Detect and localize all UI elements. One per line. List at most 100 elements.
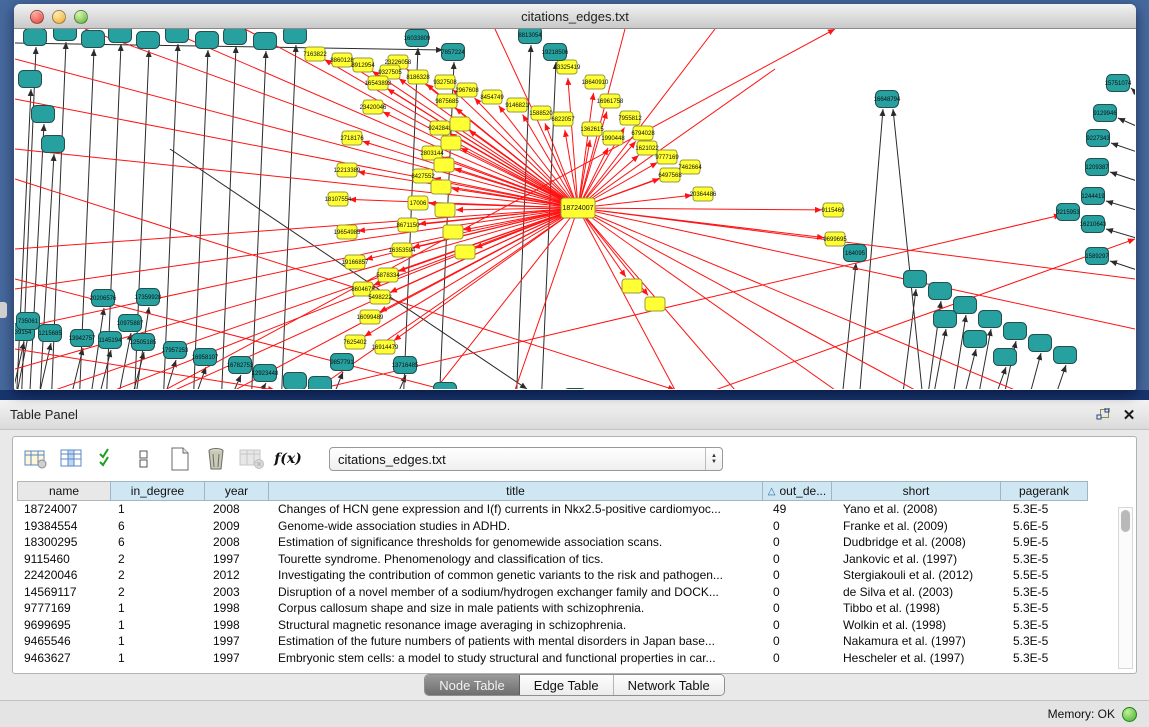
create-column-icon[interactable] xyxy=(167,446,193,472)
graph-node[interactable] xyxy=(929,283,952,300)
table-options-icon[interactable] xyxy=(23,446,49,472)
graph-edge[interactable] xyxy=(193,50,208,389)
graph-edge[interactable] xyxy=(1118,118,1135,129)
graph-edge[interactable] xyxy=(15,59,578,208)
table-row[interactable]: 1830029562008Estimation of significance … xyxy=(17,534,1136,551)
graph-edge[interactable] xyxy=(961,349,976,389)
graph-edge[interactable] xyxy=(578,208,822,210)
memory-status-icon[interactable] xyxy=(1122,707,1137,722)
tab-edge-table[interactable]: Edge Table xyxy=(520,675,614,695)
graph-node[interactable] xyxy=(166,29,189,43)
graph-node[interactable] xyxy=(435,203,455,217)
vertical-scrollbar[interactable] xyxy=(1118,507,1133,669)
graph-node[interactable] xyxy=(54,29,77,41)
graph-edge[interactable] xyxy=(1111,143,1135,154)
graph-node[interactable] xyxy=(443,225,463,239)
graph-node[interactable] xyxy=(964,331,987,348)
graph-node[interactable] xyxy=(284,29,307,44)
column-header-year[interactable]: year xyxy=(204,481,269,501)
graph-node[interactable] xyxy=(622,279,642,293)
graph-node[interactable] xyxy=(904,271,927,288)
close-panel-icon[interactable]: ✕ xyxy=(1119,405,1139,425)
graph-node[interactable] xyxy=(19,71,42,88)
column-header-title[interactable]: title xyxy=(268,481,763,501)
graph-node[interactable] xyxy=(434,383,457,390)
graph-edge[interactable] xyxy=(281,45,296,389)
graph-edge[interactable] xyxy=(1131,88,1135,99)
table-row[interactable]: 1456911722003Disruption of a novel membe… xyxy=(17,584,1136,601)
table-mode-icon[interactable] xyxy=(131,446,157,472)
table-row[interactable]: 946362711997Embryonic stem cells: a mode… xyxy=(17,650,1136,667)
graph-node[interactable] xyxy=(954,297,977,314)
graph-edge[interactable] xyxy=(841,263,856,389)
graph-edge[interactable] xyxy=(96,350,111,389)
graph-node[interactable] xyxy=(82,31,105,48)
graph-node[interactable] xyxy=(1029,335,1052,352)
tab-network-table[interactable]: Network Table xyxy=(614,675,724,695)
delete-columns-icon[interactable] xyxy=(203,446,229,472)
close-window-button[interactable] xyxy=(30,10,44,24)
graph-node[interactable] xyxy=(224,29,247,45)
graph-node[interactable] xyxy=(1004,323,1027,340)
graph-edge[interactable] xyxy=(15,99,578,208)
show-columns-icon[interactable] xyxy=(59,446,85,472)
table-row[interactable]: 1938455462009Genome-wide association stu… xyxy=(17,518,1136,535)
table-selector-dropdown[interactable]: citations_edges.txt ▲▼ xyxy=(329,447,723,471)
column-header-outde[interactable]: △out_de... xyxy=(762,481,832,501)
graph-node[interactable] xyxy=(441,136,461,150)
graph-node[interactable] xyxy=(1054,347,1077,364)
scrollbar-thumb[interactable] xyxy=(1121,510,1130,532)
table-row[interactable]: 977716911998Corpus callosum shape and si… xyxy=(17,600,1136,617)
table-row[interactable]: 2242004622012Investigating the contribut… xyxy=(17,567,1136,584)
tab-node-table[interactable]: Node Table xyxy=(425,675,520,695)
graph-edge[interactable] xyxy=(578,208,915,389)
graph-edge[interactable] xyxy=(1026,353,1041,389)
graph-node[interactable] xyxy=(284,373,307,390)
minimize-window-button[interactable] xyxy=(52,10,66,24)
graph-edge[interactable] xyxy=(221,46,236,389)
graph-edge[interactable] xyxy=(1106,201,1135,212)
graph-node[interactable] xyxy=(109,29,132,43)
graph-edge[interactable] xyxy=(85,29,578,208)
column-header-pagerank[interactable]: pagerank xyxy=(1000,481,1088,501)
graph-node[interactable] xyxy=(42,136,65,153)
graph-node[interactable] xyxy=(434,158,454,172)
table-row[interactable]: 1872400712008Changes of HCN gene express… xyxy=(17,501,1136,518)
graph-node[interactable] xyxy=(564,389,587,390)
network-canvas[interactable]: 7163822886012889129542322605893275051654… xyxy=(15,29,1135,389)
delete-table-icon[interactable] xyxy=(239,446,265,472)
network-graph[interactable]: 7163822886012889129542322605893275051654… xyxy=(15,29,1135,389)
zoom-window-button[interactable] xyxy=(74,10,88,24)
graph-node[interactable] xyxy=(431,180,451,194)
graph-node[interactable] xyxy=(934,311,957,328)
graph-edge[interactable] xyxy=(36,343,51,389)
side-panel-handle[interactable] xyxy=(0,302,7,318)
graph-node[interactable] xyxy=(450,117,470,131)
graph-node[interactable] xyxy=(137,32,160,49)
selection-mode-icon[interactable] xyxy=(95,446,121,472)
graph-node[interactable] xyxy=(254,33,277,50)
graph-edge[interactable] xyxy=(715,239,1135,389)
graph-node[interactable] xyxy=(979,311,1002,328)
graph-node[interactable] xyxy=(309,377,332,390)
graph-node[interactable] xyxy=(994,349,1017,366)
graph-edge[interactable] xyxy=(1110,172,1135,183)
float-panel-icon[interactable] xyxy=(1093,405,1113,425)
network-window-titlebar[interactable]: citations_edges.txt xyxy=(14,4,1136,29)
graph-edge[interactable] xyxy=(251,51,266,389)
graph-node[interactable] xyxy=(196,32,219,49)
table-row[interactable]: 946554611997Estimation of the future num… xyxy=(17,633,1136,650)
graph-edge[interactable] xyxy=(163,44,178,389)
function-builder-icon[interactable]: f(x) xyxy=(275,446,301,472)
column-header-short[interactable]: short xyxy=(831,481,1001,501)
graph-edge[interactable] xyxy=(226,375,241,389)
graph-edge[interactable] xyxy=(15,149,578,208)
graph-edge[interactable] xyxy=(578,29,715,208)
graph-edge[interactable] xyxy=(1051,365,1066,389)
graph-edge[interactable] xyxy=(15,208,578,289)
table-row[interactable]: 969969511998Structural magnetic resonanc… xyxy=(17,617,1136,634)
graph-node[interactable] xyxy=(645,297,665,311)
graph-node[interactable] xyxy=(24,29,47,46)
graph-edge[interactable] xyxy=(165,29,578,208)
graph-edge[interactable] xyxy=(515,208,578,389)
